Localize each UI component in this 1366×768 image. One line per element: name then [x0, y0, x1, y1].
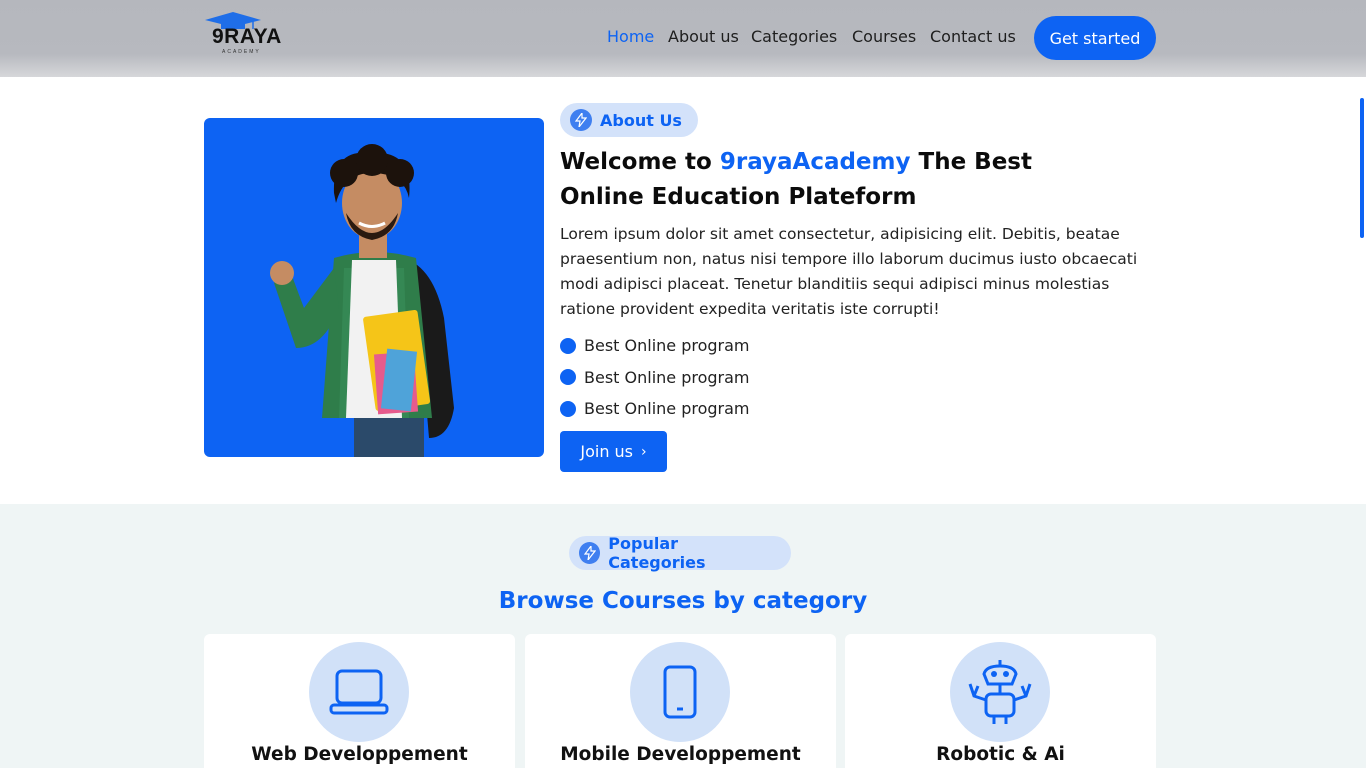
scrollbar-thumb[interactable] [1360, 98, 1364, 238]
category-card-mobile[interactable]: Mobile Developpement [525, 634, 836, 768]
list-item: Best Online program [560, 330, 750, 362]
list-item: Best Online program [560, 362, 750, 394]
logo-text: 9RAYA [212, 25, 282, 48]
about-badge-label: About Us [600, 110, 682, 130]
nav-home[interactable]: Home [607, 27, 654, 46]
nav-contact[interactable]: Contact us [930, 27, 1016, 46]
site-header: 9RAYA ACADEMY Home About us Categories C… [0, 0, 1366, 77]
laptop-icon [329, 669, 389, 715]
nav-about[interactable]: About us [668, 27, 739, 46]
chevron-right-icon: › [641, 443, 647, 460]
nav-courses[interactable]: Courses [852, 27, 916, 46]
bullet-dot-icon [560, 337, 576, 354]
categories-badge-label: Popular Categories [608, 534, 706, 572]
join-us-button[interactable]: Join us › [560, 431, 667, 472]
brand-highlight: 9rayaAcademy [719, 149, 911, 175]
categories-title: Browse Courses by category [498, 588, 868, 614]
bullet-dot-icon [560, 369, 576, 386]
categories-badge: Popular Categories [569, 534, 791, 572]
lightning-icon [579, 542, 601, 564]
list-item: Best Online program [560, 393, 750, 425]
bullet-dot-icon [560, 400, 576, 417]
category-name: Web Developpement [251, 744, 468, 765]
logo-subtitle: ACADEMY [222, 49, 261, 55]
category-card-robotic[interactable]: Robotic & Ai [845, 634, 1156, 768]
about-title: Welcome to 9rayaAcademy The Best Online … [560, 149, 1032, 210]
categories-section: Popular Categories Browse Courses by cat… [0, 504, 1366, 768]
smartphone-icon [663, 665, 697, 719]
category-card-web[interactable]: Web Developpement [204, 634, 515, 768]
lightning-icon [570, 109, 592, 131]
feature-list: Best Online program Best Online program … [560, 330, 750, 425]
nav-categories[interactable]: Categories [751, 27, 837, 46]
logo[interactable]: 9RAYA ACADEMY [205, 12, 285, 58]
robot-icon [968, 660, 1032, 724]
about-badge: About Us [560, 103, 698, 137]
hero-student-image [204, 118, 544, 457]
category-name: Mobile Developpement [560, 744, 801, 765]
about-description: Lorem ipsum dolor sit amet consectetur, … [560, 225, 1138, 318]
category-name: Robotic & Ai [936, 744, 1065, 765]
get-started-button[interactable]: Get started [1034, 16, 1156, 60]
